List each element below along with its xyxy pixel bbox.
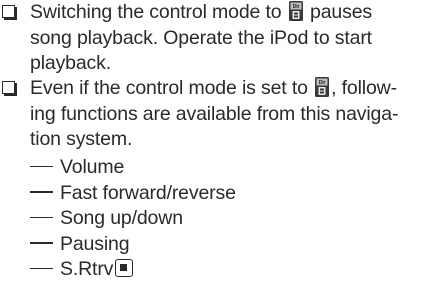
manual-page: { "notes": [ { "lines": [ "Switching the… [0, 0, 435, 303]
function-label: Pausing [60, 232, 130, 255]
function-item: Fast forward/reverse [30, 181, 236, 207]
function-item: Volume [30, 155, 124, 181]
note-1-text-b: pauses [310, 1, 373, 23]
function-item: S.Rtrv [30, 257, 134, 283]
note-checkbox-icon [2, 81, 15, 94]
svg-text:Dir: Dir [319, 80, 326, 86]
dash-icon [30, 191, 53, 193]
dash-icon [30, 165, 53, 167]
note-2-line-2: ing functions are available from this na… [30, 102, 399, 125]
svg-text:Dir: Dir [293, 4, 300, 10]
function-label: Volume [60, 156, 125, 178]
note-1-line-3: playback. [30, 52, 112, 75]
note-2-text-b: , follow- [331, 77, 397, 99]
note-1-line-2: song playback. Operate the iPod to start [30, 26, 372, 49]
function-item: Song up/down [30, 206, 183, 232]
note-1-text-a: Switching the control mode to [30, 1, 282, 23]
function-label: S.Rtrv [60, 258, 114, 281]
note-1-line-1: Switching the control mode to Dir pauses [30, 0, 372, 26]
function-label: Song up/down [60, 207, 183, 230]
ipod-control-mode-icon: Dir [288, 1, 303, 21]
note-2-line-1: Even if the control mode is set to Dir ,… [30, 76, 397, 102]
function-label: Fast forward/reverse [60, 181, 236, 204]
function-item: Pausing [30, 232, 130, 258]
note-2-text-a: Even if the control mode is set to [30, 77, 308, 99]
dash-icon [30, 242, 53, 244]
dash-icon [30, 216, 53, 219]
dash-icon [30, 267, 53, 270]
note-checkbox-icon [2, 5, 15, 18]
note-2-line-3: tion system. [30, 128, 133, 151]
s-rtrv-button-icon [115, 259, 134, 278]
ipod-control-mode-icon: Dir [315, 77, 330, 97]
